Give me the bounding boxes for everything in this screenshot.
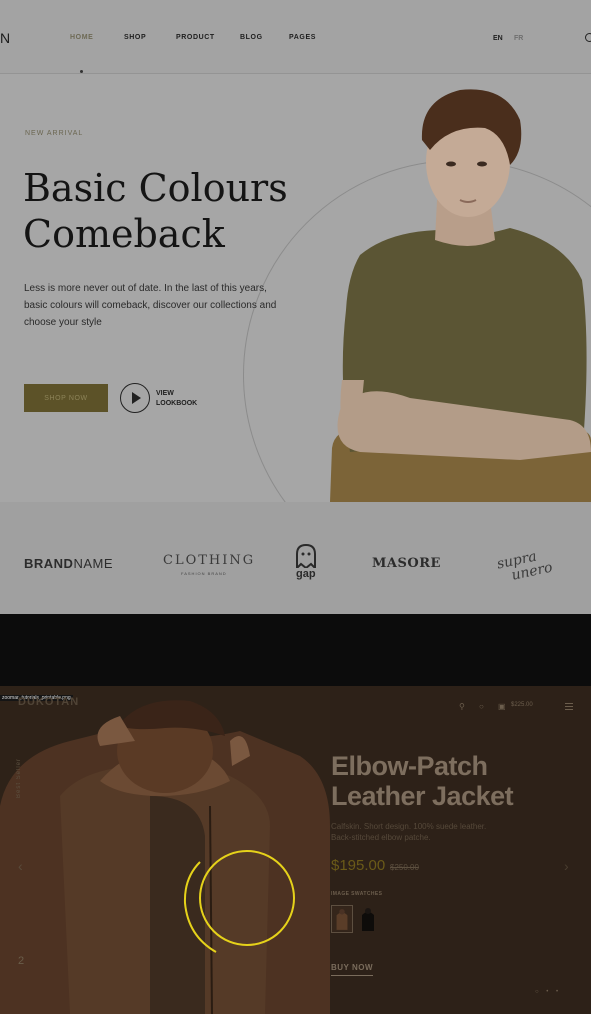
slide-number: 2 (18, 955, 25, 967)
brand-logo-clothing-sub: FASHION BRAND (181, 571, 227, 576)
loading-spinner-icon (183, 850, 295, 953)
slider-pagination[interactable]: ○ • • (535, 989, 561, 995)
hero-eyebrow: NEW ARRIVAL (25, 130, 84, 137)
swatch-jacket-brown[interactable] (331, 905, 353, 933)
brand-logo-gap[interactable]: gap (296, 568, 316, 580)
top-section: N HOME SHOP PRODUCT BLOG PAGES EN FR NEW… (0, 0, 591, 614)
swatch-jacket-black[interactable] (357, 905, 379, 933)
user-icon[interactable]: ○ (479, 702, 484, 711)
brand1-bold: BRAND (24, 556, 74, 571)
nav-blog[interactable]: BLOG (240, 34, 263, 41)
buy-now-button[interactable]: BUY NOW (331, 963, 374, 976)
store-logo[interactable]: DUKOTAN (18, 696, 79, 708)
menu-icon[interactable] (565, 703, 573, 712)
lookbook-line1: VIEW (156, 390, 174, 397)
shop-now-button[interactable]: SHOP NOW (24, 384, 108, 412)
product-title: Elbow-Patch Leather Jacket (331, 751, 581, 811)
brand1-light: NAME (73, 556, 114, 571)
brand-logo-clothing[interactable]: CLOTHING (163, 553, 255, 568)
product-title-line1: Elbow-Patch (331, 751, 488, 781)
brand-logo-masore[interactable]: MASORE (372, 556, 441, 571)
logo[interactable]: N (0, 30, 10, 46)
search-icon[interactable]: ⚲ (459, 702, 465, 711)
hero-title-line1: Basic Colours (23, 166, 288, 210)
product-price: $195.00 (331, 857, 386, 874)
search-icon[interactable] (585, 33, 591, 42)
prev-arrow-icon[interactable]: ‹ (18, 858, 23, 874)
hero-title: Basic Colours Comeback (23, 165, 323, 257)
brand-logos-row: BRANDNAME CLOTHING FASHION BRAND gap MAS… (0, 502, 591, 614)
nav-home[interactable]: HOME (70, 34, 93, 41)
swatch-label: IMAGE SWATCHES (331, 891, 383, 897)
hero-title-line2: Comeback (23, 212, 225, 256)
nav-pages[interactable]: PAGES (289, 34, 316, 41)
cart-icon[interactable]: ▣ (498, 702, 506, 711)
product-description: Calfskin. Short design. 100% suede leath… (331, 822, 487, 842)
brand-logo-supra-unero[interactable]: supra unero (495, 547, 554, 586)
vertical-caption: Best Seller (16, 758, 22, 799)
cart-total: $225.00 (511, 702, 533, 708)
hero-description: Less is more never out of date. In the l… (24, 283, 277, 328)
product-old-price: $250.00 (390, 863, 419, 872)
lang-en[interactable]: EN (493, 35, 503, 42)
lookbook-line2: LOOKBOOK (156, 400, 198, 407)
dark-divider (0, 614, 591, 686)
next-arrow-icon[interactable]: › (564, 858, 569, 874)
play-icon[interactable] (120, 383, 150, 413)
view-lookbook-link[interactable]: VIEW LOOKBOOK (156, 389, 216, 409)
navbar: N HOME SHOP PRODUCT BLOG PAGES EN FR (0, 0, 591, 74)
nav-product[interactable]: PRODUCT (176, 34, 215, 41)
ghost-icon (296, 544, 316, 568)
hero-model-image (330, 89, 591, 502)
brand-logo-brandname[interactable]: BRANDNAME (24, 556, 113, 571)
product-title-line2: Leather Jacket (331, 781, 514, 811)
nav-shop[interactable]: SHOP (124, 34, 146, 41)
lang-fr[interactable]: FR (514, 35, 523, 42)
nav-active-indicator (80, 70, 83, 73)
